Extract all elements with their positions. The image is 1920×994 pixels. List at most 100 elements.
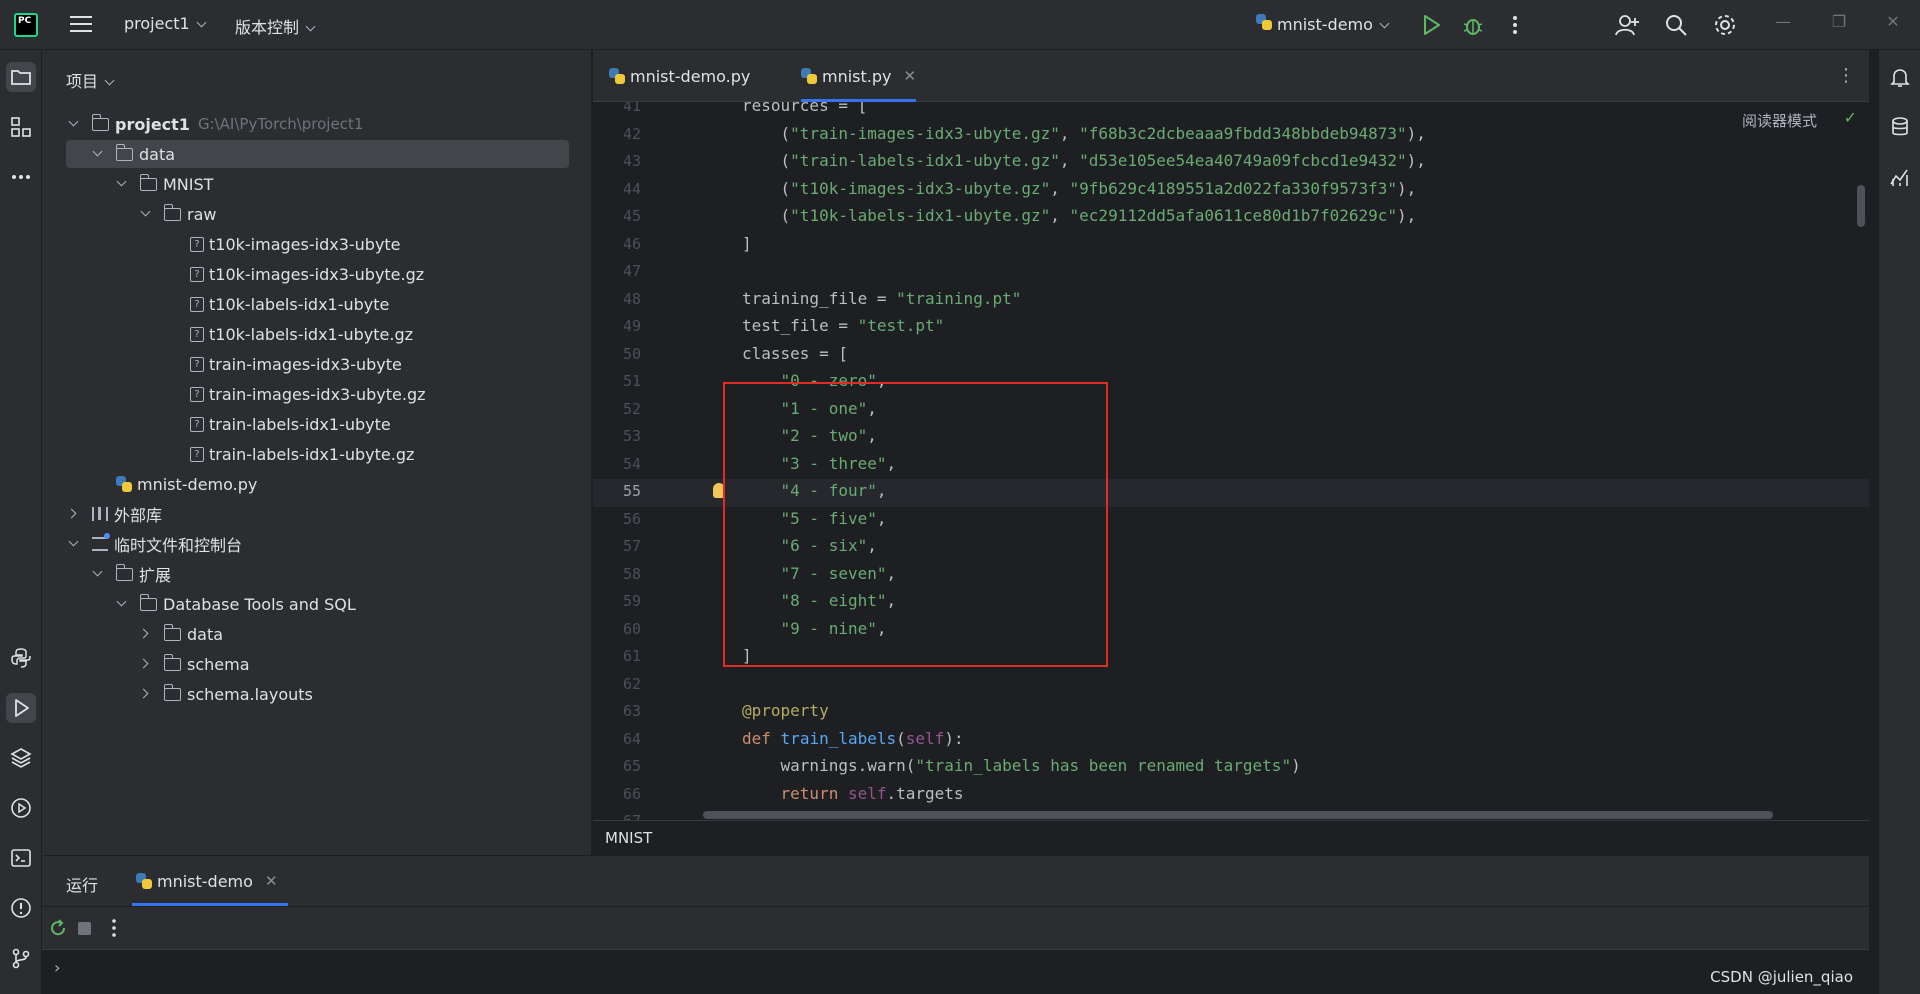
tab-mnist-py[interactable]: mnist.py ✕ <box>801 50 917 102</box>
line-number[interactable]: 61 <box>593 647 641 665</box>
code-line[interactable]: 64 def train_labels(self): <box>593 727 1869 755</box>
debug-icon[interactable] <box>1460 12 1486 38</box>
expand-arrow-icon[interactable] <box>90 566 106 582</box>
line-number[interactable]: 59 <box>593 592 641 610</box>
code-text[interactable]: "8 - eight", <box>742 591 897 610</box>
expand-arrow-icon[interactable] <box>90 146 106 162</box>
expand-arrow-icon[interactable] <box>138 206 154 222</box>
collapse-arrow-icon[interactable] <box>138 656 154 672</box>
tree-file[interactable]: ? t10k-labels-idx1-ubyte.gz <box>42 320 592 348</box>
line-number[interactable]: 53 <box>593 427 641 445</box>
code-line[interactable]: 44 ("t10k-images-idx3-ubyte.gz", "9fb629… <box>593 177 1869 205</box>
code-line[interactable]: 60 "9 - nine", <box>593 617 1869 645</box>
tree-file[interactable]: ? t10k-images-idx3-ubyte <box>42 230 592 258</box>
code-text[interactable]: ] <box>742 646 752 665</box>
code-text[interactable]: resources = [ <box>742 102 867 115</box>
project-switcher[interactable]: project1 <box>124 14 207 33</box>
code-line[interactable]: 49 test_file = "test.pt" <box>593 314 1869 342</box>
code-text[interactable]: "5 - five", <box>742 509 887 528</box>
code-line[interactable]: 65 warnings.warn("train_labels has been … <box>593 754 1869 782</box>
database-icon[interactable] <box>1885 112 1915 142</box>
tree-file[interactable]: ? t10k-labels-idx1-ubyte <box>42 290 592 318</box>
tree-item-db-data[interactable]: data <box>42 620 592 648</box>
line-number[interactable]: 43 <box>593 152 641 170</box>
code-text[interactable]: ("train-images-idx3-ubyte.gz", "f68b3c2d… <box>742 124 1426 143</box>
code-line[interactable]: 58 "7 - seven", <box>593 562 1869 590</box>
code-line[interactable]: 63 @property <box>593 699 1869 727</box>
line-number[interactable]: 48 <box>593 290 641 308</box>
line-number[interactable]: 45 <box>593 207 641 225</box>
structure-icon[interactable] <box>6 112 36 142</box>
code-text[interactable]: test_file = "test.pt" <box>742 316 944 335</box>
code-text[interactable]: ("t10k-labels-idx1-ubyte.gz", "ec29112dd… <box>742 206 1417 225</box>
services-icon[interactable] <box>6 793 36 823</box>
expand-arrow-icon[interactable] <box>66 116 82 132</box>
more-actions-icon[interactable] <box>102 916 126 940</box>
line-number[interactable]: 58 <box>593 565 641 583</box>
restore-icon[interactable]: ❐ <box>1826 12 1852 38</box>
python-console-icon[interactable] <box>6 643 36 673</box>
code-text[interactable]: "6 - six", <box>742 536 877 555</box>
code-text[interactable]: "1 - one", <box>742 399 877 418</box>
close-window-icon[interactable]: ✕ <box>1880 12 1906 38</box>
code-line[interactable]: 61] <box>593 644 1869 672</box>
search-icon[interactable] <box>1663 12 1689 38</box>
run-icon[interactable] <box>1418 12 1444 38</box>
line-number[interactable]: 65 <box>593 757 641 775</box>
code-line[interactable]: 46] <box>593 232 1869 260</box>
tree-file[interactable]: ? train-labels-idx1-ubyte.gz <box>42 440 592 468</box>
tab-mnist-demo-py[interactable]: mnist-demo.py <box>609 50 750 102</box>
collapse-arrow-icon[interactable] <box>138 686 154 702</box>
project-folder-icon[interactable] <box>6 62 36 92</box>
code-text[interactable]: "3 - three", <box>742 454 897 473</box>
line-number[interactable]: 66 <box>593 785 641 803</box>
console-input[interactable]: › <box>42 949 1869 994</box>
code-line[interactable]: 59 "8 - eight", <box>593 589 1869 617</box>
code-line[interactable]: 45 ("t10k-labels-idx1-ubyte.gz", "ec2911… <box>593 204 1869 232</box>
layers-icon[interactable] <box>6 743 36 773</box>
tree-file[interactable]: ? train-images-idx3-ubyte.gz <box>42 380 592 408</box>
line-number[interactable]: 62 <box>593 675 641 693</box>
expand-arrow-icon[interactable] <box>114 596 130 612</box>
line-number[interactable]: 57 <box>593 537 641 555</box>
stop-icon[interactable] <box>72 916 96 940</box>
line-number[interactable]: 52 <box>593 400 641 418</box>
tree-item-mnist[interactable]: MNIST <box>42 170 592 198</box>
run-config-selector[interactable]: mnist-demo <box>1256 14 1390 34</box>
code-line[interactable]: 50 classes = [ <box>593 342 1869 370</box>
line-number[interactable]: 55 <box>593 482 641 500</box>
tree-file-mnist-demo[interactable]: mnist-demo.py <box>42 470 592 498</box>
terminal-icon[interactable] <box>6 843 36 873</box>
expand-arrow-icon[interactable] <box>114 176 130 192</box>
vcs-menu[interactable]: 版本控制 <box>235 14 316 38</box>
code-line[interactable]: 57 "6 - six", <box>593 534 1869 562</box>
code-text[interactable]: "7 - seven", <box>742 564 897 583</box>
expand-arrow-icon[interactable] <box>66 536 82 552</box>
code-line[interactable]: 41 resources = [ <box>593 102 1869 122</box>
code-text[interactable]: ("t10k-images-idx3-ubyte.gz", "9fb629c41… <box>742 179 1417 198</box>
code-text[interactable]: "0 - zero", <box>742 371 887 390</box>
code-line[interactable]: 48 training_file = "training.pt" <box>593 287 1869 315</box>
tree-item-db-tools[interactable]: Database Tools and SQL <box>42 590 592 618</box>
code-line[interactable]: 42 ("train-images-idx3-ubyte.gz", "f68b3… <box>593 122 1869 150</box>
tree-file[interactable]: ? train-images-idx3-ubyte <box>42 350 592 378</box>
collapse-arrow-icon[interactable] <box>138 626 154 642</box>
collapse-arrow-icon[interactable] <box>66 506 82 522</box>
breadcrumb-class[interactable]: MNIST <box>605 829 652 847</box>
code-line[interactable]: 52 "1 - one", <box>593 397 1869 425</box>
code-text[interactable]: def train_labels(self): <box>742 729 964 748</box>
code-line[interactable]: 51 "0 - zero", <box>593 369 1869 397</box>
code-text[interactable]: return self.targets <box>742 784 964 803</box>
horizontal-scrollbar[interactable] <box>703 811 1773 819</box>
line-number[interactable]: 51 <box>593 372 641 390</box>
tree-file[interactable]: ? train-labels-idx1-ubyte <box>42 410 592 438</box>
tree-item-raw[interactable]: raw <box>42 200 592 228</box>
code-line[interactable]: 43 ("train-labels-idx1-ubyte.gz", "d53e1… <box>593 149 1869 177</box>
tree-item-schema[interactable]: schema <box>42 650 592 678</box>
line-number[interactable]: 64 <box>593 730 641 748</box>
intention-bulb-icon[interactable] <box>713 483 725 498</box>
close-tab-icon[interactable]: ✕ <box>265 872 278 890</box>
line-number[interactable]: 46 <box>593 235 641 253</box>
run-tab-mnist-demo[interactable]: mnist-demo ✕ <box>132 856 287 906</box>
main-menu-icon[interactable] <box>70 16 92 34</box>
